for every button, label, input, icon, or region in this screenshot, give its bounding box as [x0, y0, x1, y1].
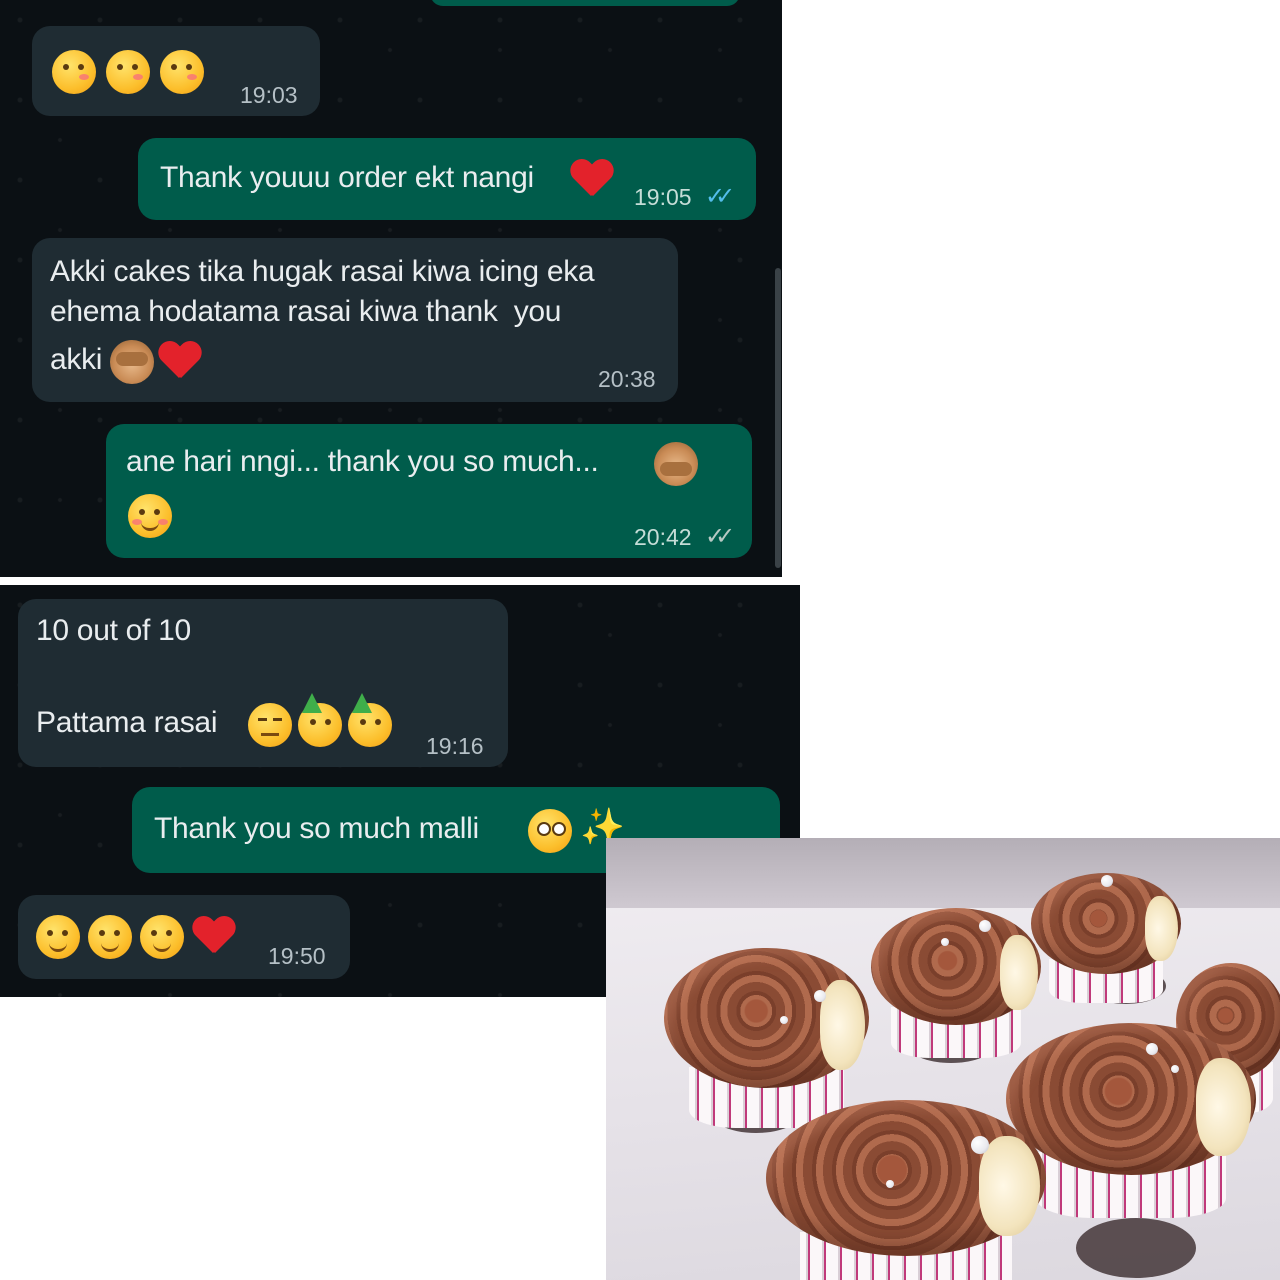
kissing-heart-face-icon — [106, 50, 150, 94]
message-time: 19:50 — [268, 943, 326, 969]
message-time: 20:42 — [634, 524, 692, 550]
red-heart-icon — [158, 340, 202, 384]
message-line: Pattama rasai — [36, 706, 218, 739]
message-line: akki — [50, 343, 103, 376]
message-line: ehema hodatama rasai kiwa thank you — [50, 295, 562, 328]
message-line: ane hari nngi... thank you so much... — [126, 445, 599, 478]
read-receipt-icon: ✓✓ — [705, 183, 735, 210]
pleading-face-icon — [528, 809, 572, 853]
speak-no-evil-monkey-icon — [654, 442, 698, 486]
message-incoming[interactable]: 19:50 — [18, 895, 350, 979]
smiling-face-with-hearts-icon — [128, 494, 172, 538]
chat-screenshot-top: 19:03 Thank youuu order ekt nangi 19:05 … — [0, 0, 782, 577]
confounded-face-icon — [248, 703, 292, 747]
message-text: Thank you so much malli — [154, 812, 479, 845]
message-time: 19:03 — [240, 82, 298, 108]
message-outgoing[interactable]: ane hari nngi... thank you so much... 20… — [106, 424, 752, 558]
yum-face-icon — [36, 915, 80, 959]
cupcake-photo — [606, 838, 1280, 1280]
cupcake — [1031, 873, 1181, 1003]
red-heart-icon — [192, 915, 236, 959]
scrollbar[interactable] — [775, 268, 781, 568]
cupcake — [766, 1100, 1046, 1280]
message-time: 19:05 — [634, 184, 692, 210]
yum-face-icon — [88, 915, 132, 959]
partying-face-icon — [348, 693, 392, 747]
message-line: 10 out of 10 — [36, 614, 191, 647]
delivered-receipt-icon: ✓✓ — [705, 523, 735, 550]
message-bubble-partial — [430, 0, 740, 6]
message-line: Akki cakes tika hugak rasai kiwa icing e… — [50, 255, 595, 288]
message-text: Thank youuu order ekt nangi — [160, 161, 534, 194]
partying-face-icon — [298, 693, 342, 747]
message-incoming[interactable]: 10 out of 10 Pattama rasai 19:16 — [18, 599, 508, 767]
message-time: 19:16 — [426, 733, 484, 759]
yum-face-icon — [140, 915, 184, 959]
message-incoming[interactable]: Akki cakes tika hugak rasai kiwa icing e… — [32, 238, 678, 402]
kissing-heart-face-icon — [52, 50, 96, 94]
kissing-heart-face-icon — [160, 50, 204, 94]
message-outgoing[interactable]: Thank youuu order ekt nangi 19:05 ✓✓ — [138, 138, 756, 220]
box-hole — [1076, 1218, 1196, 1278]
message-incoming[interactable]: 19:03 — [32, 26, 320, 116]
message-time: 20:38 — [598, 366, 656, 392]
see-no-evil-monkey-icon — [110, 340, 154, 384]
red-heart-icon — [570, 158, 614, 202]
